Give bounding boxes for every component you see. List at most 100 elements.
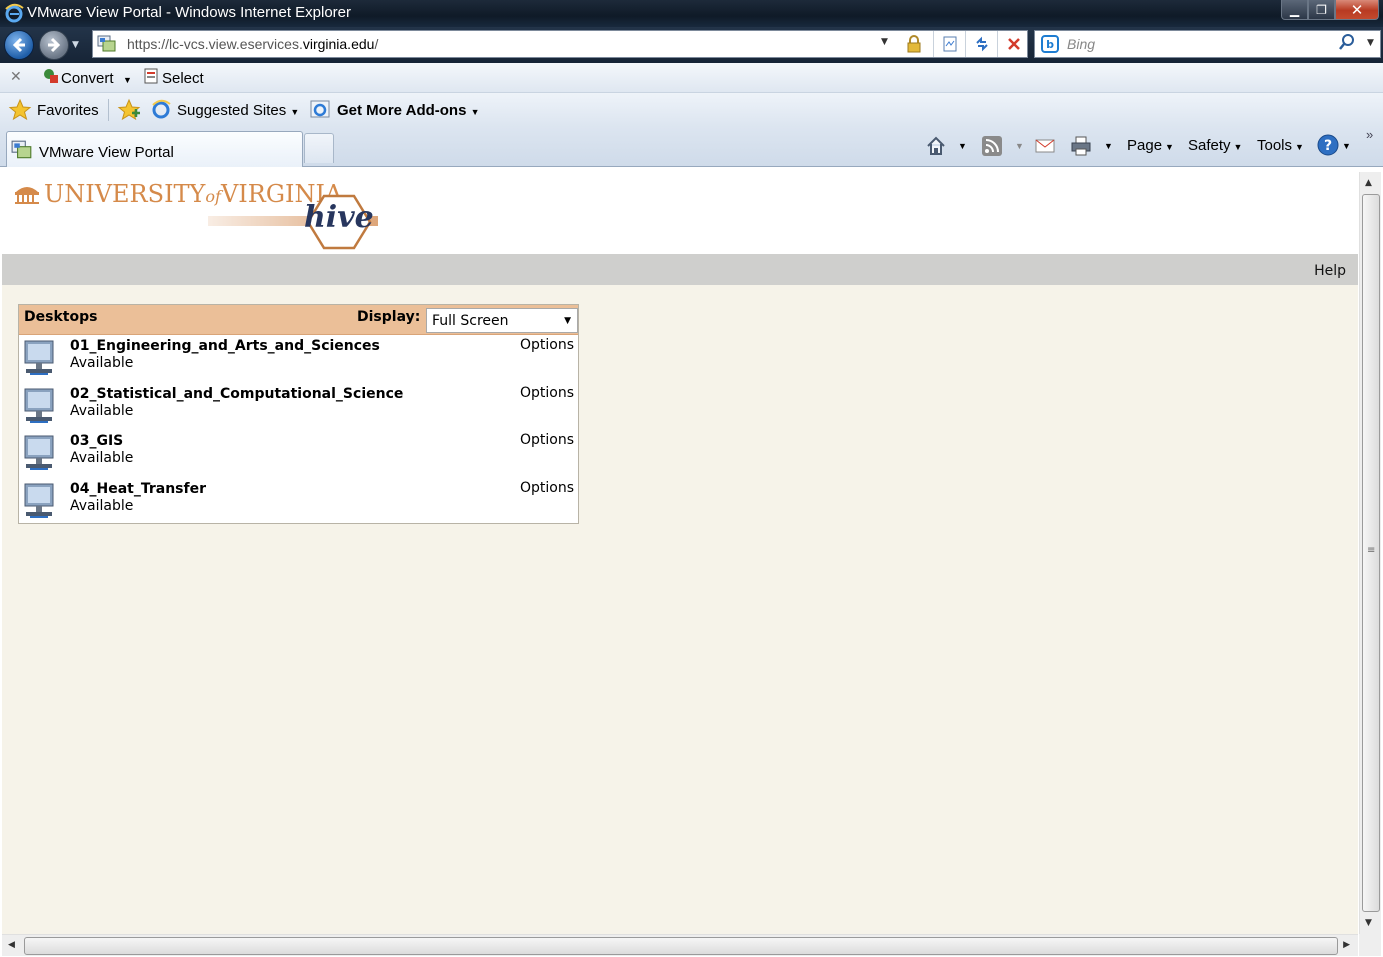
desktop-status: Available	[70, 355, 134, 371]
more-commands-chevron-icon[interactable]: »	[1366, 127, 1373, 142]
scroll-down-icon[interactable]: ▼	[1365, 918, 1372, 928]
search-box[interactable]: b Bing ▼	[1034, 30, 1381, 58]
desktop-options-link[interactable]: Options	[520, 480, 574, 496]
help-dropdown-icon[interactable]: ▼	[1342, 141, 1351, 151]
forward-button[interactable]	[39, 30, 69, 60]
padlock-icon[interactable]	[905, 34, 923, 54]
favorites-button[interactable]: Favorites	[37, 102, 99, 119]
close-toolbar-icon[interactable]: ✕	[10, 68, 22, 85]
tab-vmware-view-portal[interactable]: VMware View Portal	[6, 131, 303, 167]
add-to-favorites-icon[interactable]	[117, 98, 141, 122]
suggested-sites-ie-icon	[152, 99, 171, 119]
scroll-up-icon[interactable]: ▲	[1365, 178, 1372, 188]
display-mode-select[interactable]: Full Screen ▼	[426, 308, 578, 333]
desktop-row[interactable]: 03_GIS Available Options	[19, 432, 578, 480]
desktop-options-link[interactable]: Options	[520, 385, 574, 401]
navigation-bar: ▼ https://lc-vcs.view.eservices.virginia…	[0, 27, 1383, 63]
desktops-title: Desktops	[24, 309, 98, 325]
portal-header: UNIVERSITYofVIRGINIA hive	[2, 172, 1358, 254]
read-mail-icon[interactable]	[1034, 135, 1056, 157]
print-dropdown-icon[interactable]: ▼	[1104, 141, 1113, 151]
svg-text:?: ?	[1324, 138, 1332, 154]
url-text[interactable]: https://lc-vcs.view.eservices.virginia.e…	[127, 36, 378, 52]
select-button[interactable]: Select	[162, 70, 204, 87]
convert-dropdown-icon[interactable]: ▼	[123, 75, 132, 85]
tab-favicon-icon	[11, 140, 32, 159]
minimize-button[interactable]: ▁	[1281, 0, 1308, 20]
add-ons-ie-icon	[310, 100, 330, 118]
desktop-monitor-icon	[24, 435, 54, 470]
ie-logo-icon	[5, 3, 24, 23]
favorites-separator	[108, 99, 109, 121]
browser-viewport: UNIVERSITYofVIRGINIA hive Help Desktops …	[0, 168, 1383, 957]
window-title: VMware View Portal - Windows Internet Ex…	[27, 4, 352, 21]
scroll-left-icon[interactable]: ◀	[8, 940, 15, 950]
page-menu[interactable]: Page ▼	[1127, 137, 1174, 154]
desktop-monitor-icon	[24, 340, 54, 375]
hive-wordmark: hive	[304, 200, 374, 235]
desktop-name[interactable]: 02_Statistical_and_Computational_Science	[70, 386, 403, 402]
desktops-panel: Desktops Display: Full Screen ▼ 01_Engin…	[18, 304, 579, 524]
compatibility-view-button[interactable]	[933, 31, 965, 57]
home-icon[interactable]	[925, 135, 947, 157]
scroll-grip-icon: ≡	[1367, 545, 1376, 556]
recent-pages-dropdown-icon[interactable]: ▼	[72, 40, 79, 50]
favorites-bar: Favorites Suggested Sites ▼ Get More Add…	[0, 93, 1383, 127]
close-button[interactable]: ✕	[1335, 0, 1379, 20]
tab-label: VMware View Portal	[39, 144, 174, 161]
convert-button[interactable]: Convert	[61, 70, 114, 87]
horizontal-scroll-thumb[interactable]	[24, 937, 1338, 955]
title-bar: VMware View Portal - Windows Internet Ex…	[0, 0, 1383, 27]
compatibility-view-icon	[943, 36, 956, 52]
back-button[interactable]	[4, 30, 34, 60]
desktop-options-link[interactable]: Options	[520, 337, 574, 353]
search-icon[interactable]	[1338, 33, 1356, 53]
home-dropdown-icon[interactable]: ▼	[958, 141, 967, 151]
help-link[interactable]: Help	[1314, 263, 1346, 279]
desktop-monitor-icon	[24, 483, 54, 518]
desktops-header: Desktops Display: Full Screen ▼	[19, 305, 578, 335]
search-placeholder[interactable]: Bing	[1067, 36, 1095, 52]
vertical-scrollbar[interactable]: ▲ ≡ ▼	[1359, 172, 1381, 934]
desktop-status: Available	[70, 450, 134, 466]
desktop-name[interactable]: 04_Heat_Transfer	[70, 481, 206, 497]
desktop-status: Available	[70, 403, 134, 419]
search-options-dropdown-icon[interactable]: ▼	[1367, 38, 1374, 48]
rss-feed-icon[interactable]	[981, 135, 1003, 157]
convert-icon	[44, 69, 58, 83]
refresh-icon	[975, 36, 988, 52]
desktop-row[interactable]: 01_Engineering_and_Arts_and_Sciences Ava…	[19, 337, 578, 385]
help-icon[interactable]: ?	[1317, 134, 1339, 156]
refresh-button[interactable]	[965, 31, 997, 57]
site-favicon-icon	[97, 35, 116, 52]
desktop-monitor-icon	[24, 388, 54, 423]
portal-page: UNIVERSITYofVIRGINIA hive Help Desktops …	[2, 172, 1358, 934]
address-bar[interactable]: https://lc-vcs.view.eservices.virginia.e…	[92, 30, 1028, 58]
tab-row: VMware View Portal ▼ ▼ ▼ Page ▼ Safety ▼ T…	[0, 127, 1383, 167]
display-mode-value: Full Screen	[432, 313, 509, 329]
restore-button[interactable]: ❐	[1308, 0, 1335, 20]
safety-menu[interactable]: Safety ▼	[1188, 137, 1242, 154]
scroll-right-icon[interactable]: ▶	[1343, 940, 1350, 950]
university-wordmark: UNIVERSITYofVIRGINIA	[44, 180, 343, 208]
suggested-sites-button[interactable]: Suggested Sites ▼	[177, 102, 299, 119]
address-dropdown-icon[interactable]: ▼	[881, 37, 888, 47]
get-more-addons-button[interactable]: Get More Add-ons ▼	[337, 102, 480, 119]
portal-menu-bar: Help	[2, 254, 1358, 285]
vertical-scroll-thumb[interactable]: ≡	[1362, 194, 1380, 912]
desktop-name[interactable]: 03_GIS	[70, 433, 123, 449]
desktop-name[interactable]: 01_Engineering_and_Arts_and_Sciences	[70, 338, 380, 354]
convert-toolbar: ✕ Convert ▼ Select	[0, 63, 1383, 93]
feeds-dropdown-icon[interactable]: ▼	[1015, 141, 1024, 151]
desktop-row[interactable]: 04_Heat_Transfer Available Options	[19, 480, 578, 528]
print-icon[interactable]	[1070, 135, 1092, 157]
horizontal-scrollbar[interactable]: ◀ ▶	[2, 934, 1358, 956]
new-tab-button[interactable]	[304, 133, 334, 163]
desktop-status: Available	[70, 498, 134, 514]
desktop-row[interactable]: 02_Statistical_and_Computational_Science…	[19, 385, 578, 433]
tools-menu[interactable]: Tools ▼	[1257, 137, 1304, 154]
favorites-star-icon	[8, 98, 32, 121]
desktop-options-link[interactable]: Options	[520, 432, 574, 448]
stop-button[interactable]	[997, 31, 1029, 57]
scrollbar-corner	[1359, 934, 1381, 956]
